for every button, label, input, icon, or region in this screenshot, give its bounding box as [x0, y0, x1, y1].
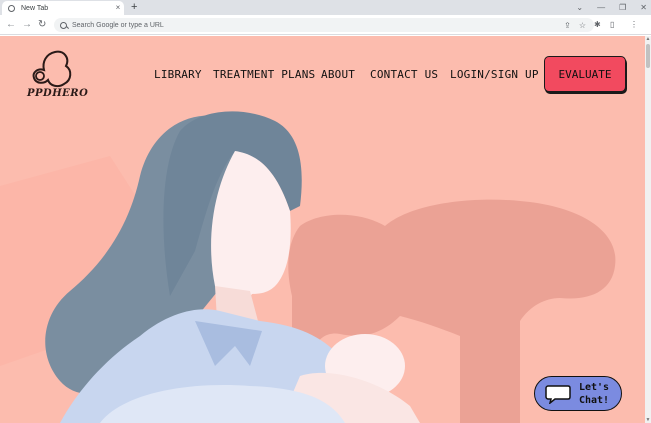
logo-wordmark[interactable]: PPDHERO — [27, 88, 88, 99]
chat-label-line2: Chat! — [578, 394, 610, 406]
window-controls: ⌄ — ❐ ✕ — [576, 0, 647, 15]
chat-label: Let's Chat! — [577, 381, 611, 407]
scroll-thumb[interactable] — [646, 44, 650, 68]
scroll-up-arrow-icon[interactable]: ▲ — [645, 36, 651, 42]
chat-bubble-icon — [545, 384, 571, 404]
bookmark-star-icon[interactable]: ☆ — [579, 21, 586, 30]
new-tab-button[interactable]: + — [131, 1, 137, 14]
nav-contact-us[interactable]: CONTACT US — [370, 68, 438, 81]
reload-icon[interactable]: ↻ — [38, 18, 46, 32]
scroll-down-arrow-icon[interactable]: ▼ — [645, 417, 651, 423]
search-icon — [60, 21, 67, 29]
side-panel-icon[interactable]: ▯ — [610, 19, 614, 30]
extensions-puzzle-icon[interactable]: ✱ — [594, 19, 601, 30]
page-scrollbar[interactable]: ▲ ▼ — [645, 36, 651, 423]
tab-search-icon[interactable]: ⌄ — [576, 3, 583, 12]
address-bar[interactable]: Search Google or type a URL ⇪ ☆ — [54, 18, 594, 32]
tab-title: New Tab — [21, 4, 49, 12]
window-close-icon[interactable]: ✕ — [640, 3, 647, 12]
lets-chat-button[interactable]: Let's Chat! — [534, 376, 622, 411]
browser-tab[interactable]: New Tab × — [2, 1, 124, 15]
share-icon[interactable]: ⇪ — [564, 21, 571, 30]
back-icon[interactable]: ← — [6, 18, 16, 32]
website-page: PPDHERO LIBRARY TREATMENT PLANS ABOUT CO… — [0, 36, 645, 423]
evaluate-button[interactable]: EVALUATE — [544, 56, 626, 92]
forward-icon[interactable]: → — [22, 18, 32, 32]
browser-tab-strip: New Tab × + ⌄ — ❐ ✕ — [0, 0, 651, 15]
minimize-icon[interactable]: — — [597, 3, 605, 12]
browser-menu-icon[interactable]: ⋮ — [630, 19, 638, 30]
chrome-favicon-icon — [8, 4, 15, 12]
tab-close-icon[interactable]: × — [112, 1, 124, 15]
hero-illustration — [0, 111, 616, 423]
chat-label-line1: Let's — [578, 381, 610, 393]
restore-icon[interactable]: ❐ — [619, 3, 626, 12]
nav-treatment-plans[interactable]: TREATMENT PLANS — [213, 68, 315, 81]
nav-about[interactable]: ABOUT — [321, 68, 355, 81]
nav-library[interactable]: LIBRARY — [154, 68, 202, 81]
address-bar-placeholder: Search Google or type a URL — [72, 21, 164, 29]
browser-toolbar: ← → ↻ Search Google or type a URL ⇪ ☆ ✱ … — [0, 15, 651, 35]
nav-login-signup[interactable]: LOGIN/SIGN UP — [450, 68, 539, 81]
